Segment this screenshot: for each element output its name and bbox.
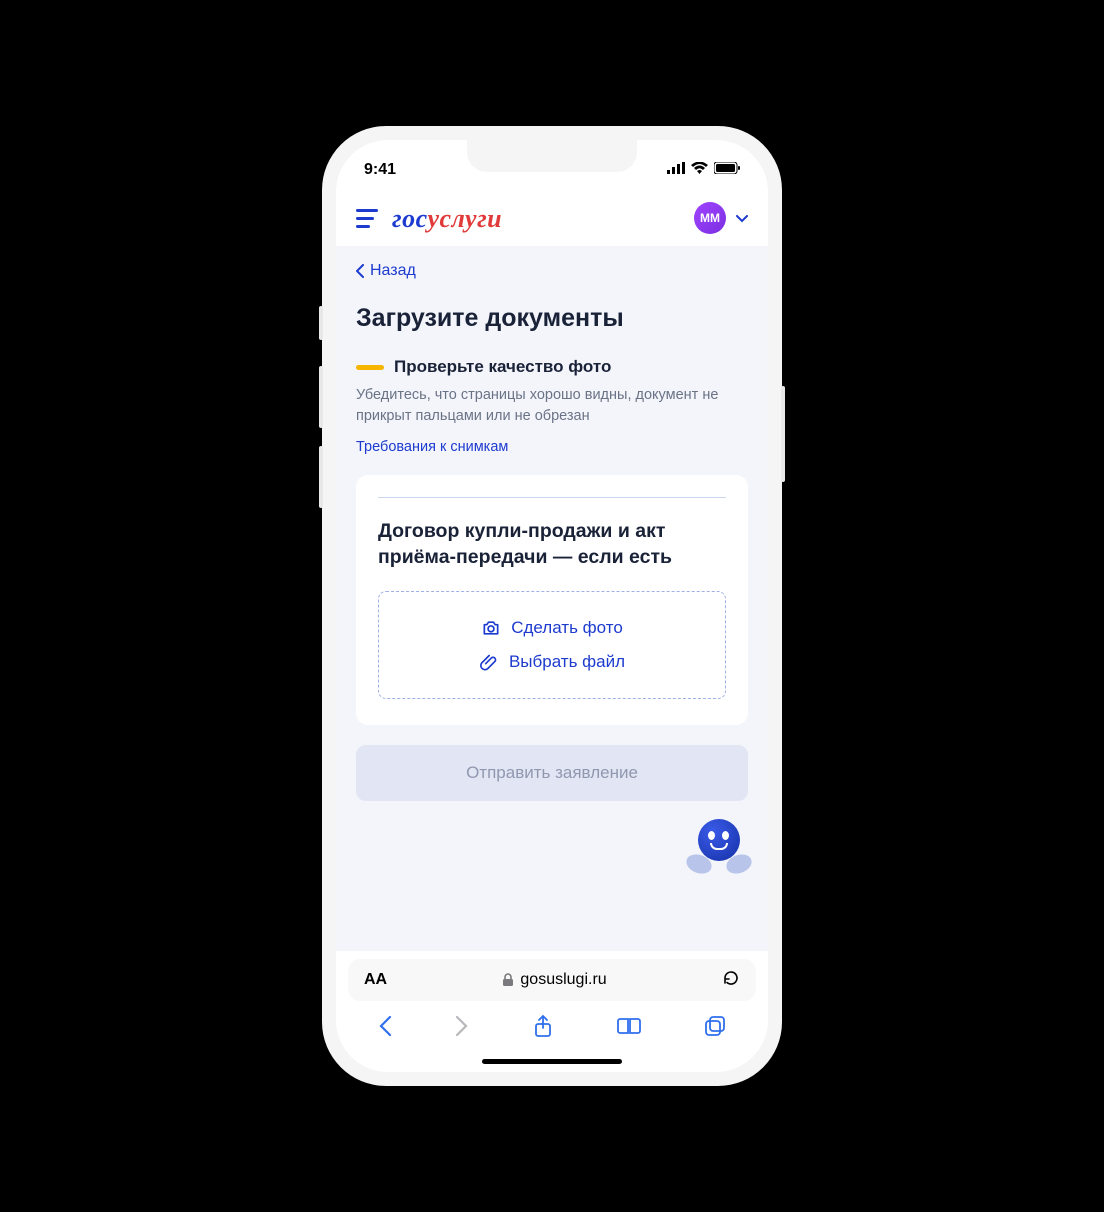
back-link[interactable]: Назад xyxy=(356,262,748,280)
take-photo-button[interactable]: Сделать фото xyxy=(481,618,623,638)
logo-part1: гос xyxy=(392,204,427,233)
browser-chrome: AA gosuslugi.ru xyxy=(336,951,768,1072)
power-button xyxy=(781,386,785,482)
lock-icon xyxy=(502,973,514,987)
warning-marker xyxy=(356,365,384,370)
warning-header: Проверьте качество фото xyxy=(356,357,748,377)
take-photo-label: Сделать фото xyxy=(511,618,623,638)
address-bar[interactable]: AA gosuslugi.ru xyxy=(348,959,756,1001)
warning-title: Проверьте качество фото xyxy=(394,357,611,377)
home-indicator[interactable] xyxy=(482,1059,622,1064)
text-size-button[interactable]: AA xyxy=(364,971,387,989)
share-icon[interactable] xyxy=(533,1014,553,1043)
page-title: Загрузите документы xyxy=(356,304,748,333)
back-label: Назад xyxy=(370,262,416,280)
upload-dropzone[interactable]: Сделать фото Выбрать файл xyxy=(378,591,726,699)
bookmarks-icon[interactable] xyxy=(617,1016,641,1041)
logo[interactable]: госуслуги xyxy=(392,203,502,234)
choose-file-button[interactable]: Выбрать файл xyxy=(479,652,625,672)
volume-up-button xyxy=(319,366,323,428)
card-divider xyxy=(378,497,726,498)
camera-icon xyxy=(481,618,501,638)
menu-icon[interactable] xyxy=(356,209,378,228)
reload-icon[interactable] xyxy=(722,969,740,992)
status-time: 9:41 xyxy=(364,161,396,179)
choose-file-label: Выбрать файл xyxy=(509,652,625,672)
notch xyxy=(467,140,637,172)
chevron-down-icon[interactable] xyxy=(736,210,748,226)
browser-forward-icon[interactable] xyxy=(455,1015,469,1042)
logo-part2: услуги xyxy=(427,204,502,233)
requirements-link[interactable]: Требования к снимкам xyxy=(356,439,748,455)
volume-down-button xyxy=(319,446,323,508)
tabs-icon[interactable] xyxy=(704,1015,726,1042)
upload-card: Договор купли-продажи и акт приёма-перед… xyxy=(356,475,748,725)
assistant-robot-icon[interactable] xyxy=(688,817,750,879)
warning-text: Убедитесь, что страницы хорошо видны, до… xyxy=(356,385,748,427)
battery-icon xyxy=(714,161,740,179)
content-area: Назад Загрузите документы Проверьте каче… xyxy=(336,246,768,951)
chevron-left-icon xyxy=(356,264,364,278)
wifi-icon xyxy=(691,161,708,179)
app-header: госуслуги ММ xyxy=(336,188,768,246)
cellular-icon xyxy=(667,161,685,179)
submit-button[interactable]: Отправить заявление xyxy=(356,745,748,801)
paperclip-icon xyxy=(479,652,499,672)
avatar[interactable]: ММ xyxy=(694,202,726,234)
phone-frame: 9:41 госуслуги xyxy=(322,126,782,1086)
browser-toolbar xyxy=(336,1001,768,1055)
browser-back-icon[interactable] xyxy=(378,1015,392,1042)
url-domain: gosuslugi.ru xyxy=(520,971,606,989)
upload-card-title: Договор купли-продажи и акт приёма-перед… xyxy=(378,518,726,571)
side-button xyxy=(319,306,323,340)
